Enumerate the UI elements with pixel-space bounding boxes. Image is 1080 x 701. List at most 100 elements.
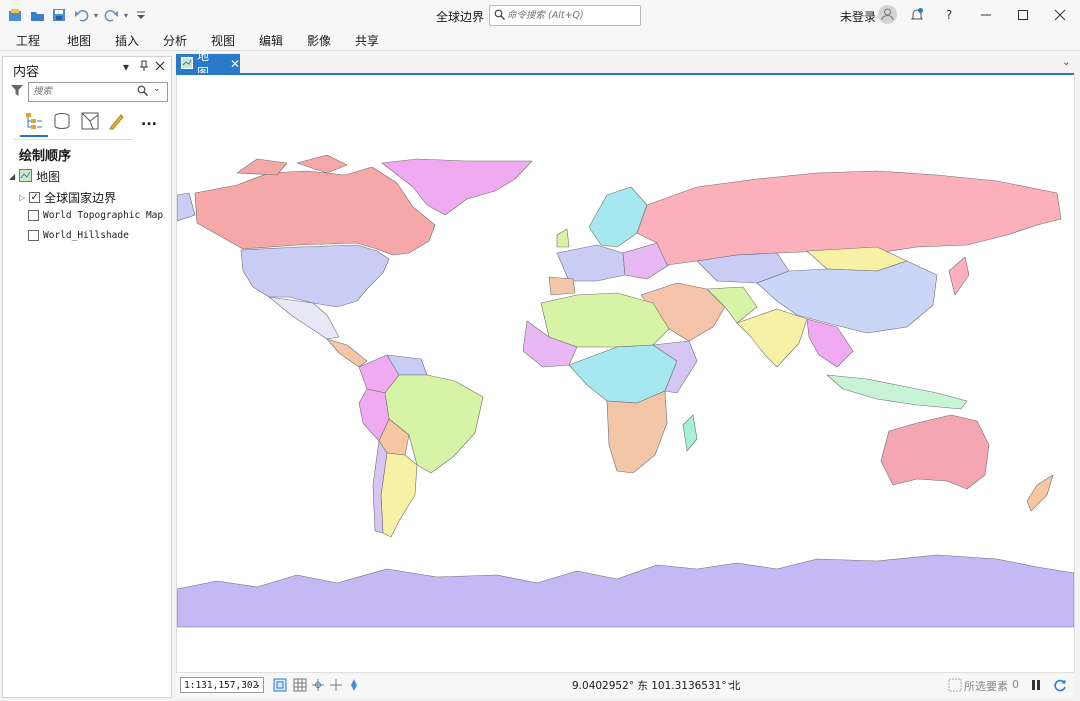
layer-row[interactable]: ▷ ✓ 全球国家边界: [19, 189, 116, 206]
country-australia: [880, 414, 990, 490]
sign-in-label[interactable]: 未登录: [840, 8, 876, 25]
country-scandinavia: [588, 186, 648, 248]
undo-dropdown-icon[interactable]: ▾: [94, 11, 98, 20]
country-europe-west: [556, 244, 626, 282]
country-new-zealand: [1026, 474, 1054, 512]
world-map[interactable]: [177, 75, 1074, 672]
maximize-icon[interactable]: [1012, 4, 1034, 26]
command-search-box[interactable]: [489, 5, 641, 26]
selection-icon: [948, 678, 962, 695]
help-icon[interactable]: ?: [938, 4, 960, 26]
search-icon: [494, 9, 505, 23]
tab-edit[interactable]: 编辑: [259, 32, 283, 49]
country-usa: [240, 244, 390, 308]
map-icon: [181, 56, 193, 72]
layer-label: World Topographic Map: [43, 210, 164, 221]
avatar[interactable]: [878, 5, 897, 24]
tab-map[interactable]: 地图: [67, 32, 91, 49]
coordinate-readout: 9.0402952° 东 101.3136531° 北: [572, 680, 741, 692]
tab-project[interactable]: 工程: [16, 32, 40, 49]
list-by-drawing-order-icon[interactable]: [24, 111, 44, 131]
crosshair-icon[interactable]: [328, 677, 344, 693]
map-canvas[interactable]: [176, 75, 1075, 672]
selected-count: 0: [1012, 678, 1019, 691]
country-southern-africa: [606, 390, 668, 474]
filter-icon[interactable]: [11, 84, 23, 101]
country-argentina: [380, 452, 418, 538]
scale-value: 1:131,157,302: [184, 680, 259, 691]
contents-search-box[interactable]: ⌄: [28, 82, 168, 102]
country-alaska: [177, 192, 196, 222]
pane-close-icon[interactable]: [155, 60, 165, 74]
undo-icon[interactable]: [72, 6, 90, 24]
layer-row[interactable]: World_Hillshade: [28, 230, 129, 241]
layer-label: World_Hillshade: [43, 230, 129, 241]
snapping-icon[interactable]: [310, 677, 326, 693]
layer-visibility-checkbox[interactable]: ✓: [29, 192, 41, 203]
customize-qat-icon[interactable]: [132, 6, 150, 24]
country-canada: [194, 166, 436, 256]
grid-icon[interactable]: [292, 677, 308, 693]
document-title: 全球边界: [436, 10, 485, 24]
country-antarctica: [177, 554, 1074, 628]
country-madagascar: [682, 414, 698, 452]
selected-features-label: 所选要素: [964, 680, 1008, 693]
pause-icon[interactable]: [1028, 677, 1044, 693]
active-view-indicator: [20, 135, 48, 137]
refresh-icon[interactable]: [1052, 677, 1068, 693]
expand-icon[interactable]: ▷: [19, 193, 25, 202]
country-uk: [556, 228, 570, 248]
map-icon: [19, 168, 33, 185]
more-options-button[interactable]: ...: [139, 111, 159, 131]
close-icon[interactable]: [1049, 4, 1071, 26]
tab-map-view[interactable]: 地图 ✕: [176, 49, 240, 80]
collapse-icon[interactable]: ◢: [9, 172, 15, 181]
chevron-down-icon[interactable]: ⌄: [726, 677, 734, 688]
notification-icon[interactable]: [906, 4, 928, 26]
divider: [13, 139, 133, 140]
tab-analysis[interactable]: 分析: [163, 32, 187, 49]
contents-pane: 内容 ▾ ⌄ ... 绘制顺序 ◢ 地图 ▷ ✓ 全球国家: [2, 56, 172, 698]
chevron-down-icon[interactable]: ▾: [256, 678, 260, 694]
list-by-selection-icon[interactable]: [80, 111, 100, 131]
tab-insert[interactable]: 插入: [115, 32, 139, 49]
ribbon-tab-bar: 工程 地图 插入 分析 视图 编辑 影像 共享: [0, 30, 1080, 51]
title-bar: ▾ ▾ 全球边界 未登录 ?: [0, 0, 1080, 30]
minimize-icon[interactable]: [975, 4, 997, 26]
status-bar: 1:131,157,302 ▾ 9.0402952° 东 101.3136531…: [176, 672, 1074, 698]
contents-pane-title: 内容: [13, 65, 40, 80]
country-central-america: [326, 338, 368, 368]
chevron-down-icon[interactable]: ⌄: [1062, 57, 1070, 68]
search-icon[interactable]: [137, 85, 148, 99]
pin-icon[interactable]: [139, 60, 149, 75]
list-by-source-icon[interactable]: [52, 111, 72, 131]
quick-access-toolbar: ▾ ▾: [6, 6, 150, 24]
country-indonesia: [826, 374, 968, 410]
fixed-zoom-icon[interactable]: [272, 677, 288, 693]
country-spain: [548, 276, 576, 296]
chevron-down-icon[interactable]: ⌄: [153, 84, 161, 94]
tab-share[interactable]: 共享: [355, 32, 379, 49]
close-tab-icon[interactable]: ✕: [230, 57, 240, 71]
redo-dropdown-icon[interactable]: ▾: [124, 11, 128, 20]
layer-visibility-checkbox[interactable]: [28, 210, 39, 221]
layer-label: 全球国家边界: [44, 191, 117, 205]
save-project-icon[interactable]: [50, 6, 68, 24]
drawing-order-heading: 绘制顺序: [19, 149, 72, 164]
command-search-input[interactable]: [505, 10, 629, 21]
pane-options-icon[interactable]: ▾: [123, 60, 129, 74]
open-project-icon[interactable]: [28, 6, 46, 24]
redo-icon[interactable]: [102, 6, 120, 24]
contents-search-input[interactable]: [29, 84, 137, 99]
list-by-editing-icon[interactable]: [107, 111, 127, 131]
country-india: [736, 308, 808, 368]
map-tree-node[interactable]: ◢ 地图: [9, 168, 60, 185]
layer-row[interactable]: World Topographic Map: [28, 210, 163, 221]
country-japan: [948, 256, 970, 296]
new-project-icon[interactable]: [6, 6, 24, 24]
tab-imagery[interactable]: 影像: [307, 32, 331, 49]
scale-selector[interactable]: 1:131,157,302 ▾: [180, 677, 264, 693]
map-node-label: 地图: [36, 170, 61, 184]
layer-visibility-checkbox[interactable]: [28, 230, 39, 241]
navigate-icon[interactable]: [346, 677, 362, 693]
